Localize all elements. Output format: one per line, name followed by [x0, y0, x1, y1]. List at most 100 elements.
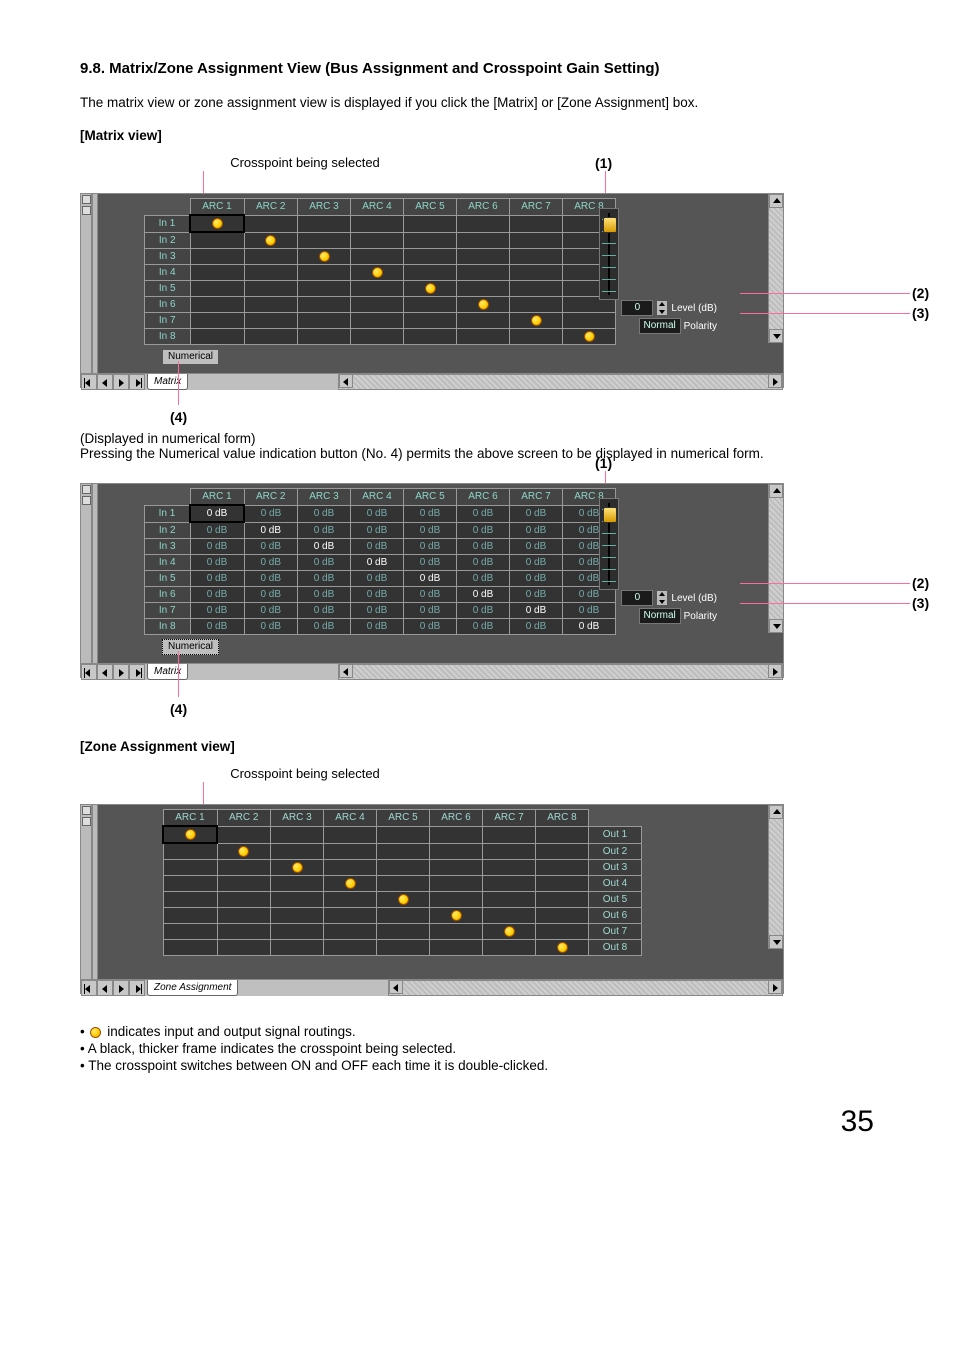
- crosspoint-cell[interactable]: 0 dB: [190, 587, 244, 603]
- crosspoint-cell[interactable]: [217, 843, 271, 860]
- crosspoint-cell[interactable]: 0 dB: [244, 603, 298, 619]
- crosspoint-cell[interactable]: [217, 876, 271, 892]
- crosspoint-cell[interactable]: 0 dB: [457, 539, 510, 555]
- crosspoint-cell[interactable]: 0 dB: [510, 555, 563, 571]
- crosspoint-cell[interactable]: [457, 232, 510, 249]
- crosspoint-cell[interactable]: [298, 232, 351, 249]
- fader-knob-icon[interactable]: [603, 217, 617, 233]
- crosspoint-cell[interactable]: [351, 249, 404, 265]
- crosspoint-cell[interactable]: [324, 892, 377, 908]
- crosspoint-cell[interactable]: 0 dB: [510, 505, 563, 522]
- crosspoint-cell[interactable]: [510, 249, 563, 265]
- level-fader[interactable]: [599, 208, 619, 300]
- crosspoint-cell[interactable]: 0 dB: [298, 587, 351, 603]
- vertical-scrollbar[interactable]: [768, 805, 783, 949]
- crosspoint-cell[interactable]: [430, 924, 483, 940]
- crosspoint-cell[interactable]: [324, 826, 377, 843]
- crosspoint-cell[interactable]: [377, 843, 430, 860]
- crosspoint-cell[interactable]: [244, 232, 298, 249]
- crosspoint-cell[interactable]: [244, 297, 298, 313]
- crosspoint-cell[interactable]: [536, 940, 589, 956]
- crosspoint-cell[interactable]: 0 dB: [244, 505, 298, 522]
- crosspoint-cell[interactable]: [536, 826, 589, 843]
- level-value[interactable]: 0: [621, 590, 653, 606]
- crosspoint-cell[interactable]: 0 dB: [510, 539, 563, 555]
- crosspoint-cell[interactable]: [351, 215, 404, 232]
- tab-matrix[interactable]: Matrix: [147, 664, 188, 680]
- crosspoint-cell[interactable]: [457, 281, 510, 297]
- crosspoint-cell[interactable]: 0 dB: [404, 539, 457, 555]
- crosspoint-cell[interactable]: [163, 843, 217, 860]
- crosspoint-cell[interactable]: [430, 876, 483, 892]
- scroll-left-icon[interactable]: [389, 980, 403, 994]
- crosspoint-cell[interactable]: 0 dB: [190, 539, 244, 555]
- level-spinner[interactable]: [656, 590, 668, 606]
- crosspoint-cell[interactable]: 0 dB: [298, 619, 351, 635]
- crosspoint-cell[interactable]: 0 dB: [298, 555, 351, 571]
- crosspoint-cell[interactable]: 0 dB: [244, 555, 298, 571]
- crosspoint-cell[interactable]: [244, 329, 298, 345]
- tab-nav-last-icon[interactable]: [129, 664, 145, 680]
- crosspoint-cell[interactable]: [483, 908, 536, 924]
- crosspoint-cell[interactable]: [377, 826, 430, 843]
- crosspoint-cell[interactable]: [244, 265, 298, 281]
- crosspoint-cell[interactable]: [404, 329, 457, 345]
- tab-nav-last-icon[interactable]: [129, 374, 145, 390]
- scroll-down-icon[interactable]: [769, 935, 783, 949]
- crosspoint-cell[interactable]: 0 dB: [244, 587, 298, 603]
- crosspoint-cell[interactable]: 0 dB: [244, 619, 298, 635]
- level-value[interactable]: 0: [621, 300, 653, 316]
- crosspoint-cell[interactable]: [244, 249, 298, 265]
- crosspoint-cell[interactable]: 0 dB: [244, 571, 298, 587]
- crosspoint-cell[interactable]: [377, 860, 430, 876]
- scroll-right-icon[interactable]: [768, 664, 782, 678]
- crosspoint-cell[interactable]: [430, 908, 483, 924]
- crosspoint-cell[interactable]: 0 dB: [510, 571, 563, 587]
- crosspoint-cell[interactable]: [217, 908, 271, 924]
- crosspoint-cell[interactable]: [377, 924, 430, 940]
- crosspoint-cell[interactable]: 0 dB: [510, 603, 563, 619]
- crosspoint-cell[interactable]: [190, 249, 244, 265]
- crosspoint-cell[interactable]: 0 dB: [457, 603, 510, 619]
- crosspoint-cell[interactable]: [483, 826, 536, 843]
- crosspoint-cell[interactable]: 0 dB: [190, 619, 244, 635]
- crosspoint-cell[interactable]: 0 dB: [404, 522, 457, 539]
- crosspoint-cell[interactable]: [190, 313, 244, 329]
- crosspoint-cell[interactable]: [457, 313, 510, 329]
- polarity-value[interactable]: Normal: [639, 318, 681, 334]
- fader-knob-icon[interactable]: [603, 507, 617, 523]
- crosspoint-cell[interactable]: [324, 940, 377, 956]
- crosspoint-cell[interactable]: [377, 876, 430, 892]
- crosspoint-cell[interactable]: [271, 843, 324, 860]
- crosspoint-cell[interactable]: [536, 843, 589, 860]
- scroll-up-icon[interactable]: [769, 805, 783, 819]
- numerical-button[interactable]: Numerical: [162, 639, 219, 655]
- scroll-up-icon[interactable]: [769, 484, 783, 498]
- crosspoint-cell[interactable]: 0 dB: [510, 522, 563, 539]
- scroll-up-icon[interactable]: [769, 194, 783, 208]
- crosspoint-cell[interactable]: [510, 265, 563, 281]
- crosspoint-cell[interactable]: 0 dB: [404, 603, 457, 619]
- tab-nav-next-icon[interactable]: [113, 980, 129, 996]
- crosspoint-cell[interactable]: [483, 876, 536, 892]
- crosspoint-cell[interactable]: [510, 297, 563, 313]
- crosspoint-cell[interactable]: 0 dB: [190, 505, 244, 522]
- crosspoint-cell[interactable]: [298, 249, 351, 265]
- crosspoint-cell[interactable]: [351, 281, 404, 297]
- crosspoint-cell[interactable]: 0 dB: [457, 522, 510, 539]
- crosspoint-cell[interactable]: [298, 313, 351, 329]
- crosspoint-cell[interactable]: [536, 924, 589, 940]
- polarity-value[interactable]: Normal: [639, 608, 681, 624]
- scroll-right-icon[interactable]: [768, 980, 782, 994]
- crosspoint-cell[interactable]: [190, 232, 244, 249]
- vertical-scrollbar[interactable]: [768, 484, 783, 633]
- crosspoint-cell[interactable]: [190, 297, 244, 313]
- tab-matrix[interactable]: Matrix: [147, 374, 188, 390]
- crosspoint-cell[interactable]: 0 dB: [298, 539, 351, 555]
- crosspoint-cell[interactable]: 0 dB: [457, 505, 510, 522]
- crosspoint-cell[interactable]: 0 dB: [190, 571, 244, 587]
- crosspoint-cell[interactable]: [457, 297, 510, 313]
- crosspoint-cell[interactable]: 0 dB: [190, 522, 244, 539]
- tab-nav-prev-icon[interactable]: [97, 980, 113, 996]
- scroll-left-icon[interactable]: [339, 664, 353, 678]
